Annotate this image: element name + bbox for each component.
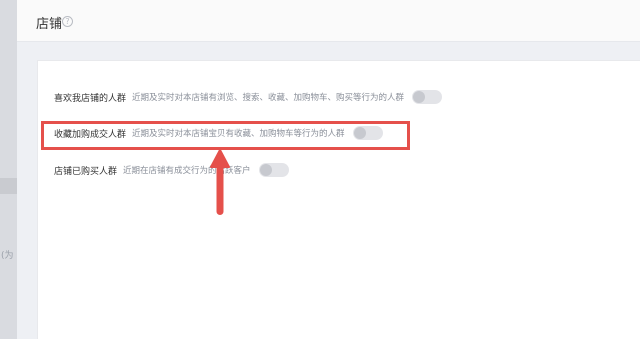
background-ghost-text: (为 xyxy=(1,251,14,261)
crowd-toggle-store-purchasers[interactable] xyxy=(258,163,289,177)
crowd-toggle-store-likers[interactable] xyxy=(412,90,443,104)
crowd-row-store-purchasers: 店铺已购买人群 近期在店铺有成交行为的活跃客户 xyxy=(54,161,289,179)
screen: (为 店铺 ? 喜欢我店铺的人群 近期及实时对本店铺有浏览、搜索、收藏、加购物车… xyxy=(0,0,640,339)
crowd-description: 近期在店铺有成交行为的活跃客户 xyxy=(123,166,251,176)
toggle-knob xyxy=(413,91,426,103)
crowd-row-collect-cart-buyers: 收藏加购成交人群 近期及实时对本店铺宝贝有收藏、加购物车等行为的人群 xyxy=(54,124,383,142)
crowd-row-store-likers: 喜欢我店铺的人群 近期及实时对本店铺有浏览、搜索、收藏、加购物车、购买等行为的人… xyxy=(54,88,443,106)
crowd-toggle-collect-cart-buyers[interactable] xyxy=(352,126,383,140)
background-page-strip: (为 xyxy=(0,0,17,339)
toggle-knob xyxy=(353,127,366,139)
page-title: 店铺 xyxy=(36,17,63,32)
crowd-settings-card: 喜欢我店铺的人群 近期及实时对本店铺有浏览、搜索、收藏、加购物车、购买等行为的人… xyxy=(37,60,640,339)
panel-header: 店铺 ? xyxy=(17,0,640,42)
crowd-label: 喜欢我店铺的人群 xyxy=(54,93,127,104)
crowd-label: 店铺已购买人群 xyxy=(54,166,118,177)
crowd-description: 近期及实时对本店铺宝贝有收藏、加购物车等行为的人群 xyxy=(132,129,345,139)
toggle-knob xyxy=(259,164,272,176)
pointer-arrow-icon xyxy=(210,149,230,215)
crowd-description: 近期及实时对本店铺有浏览、搜索、收藏、加购物车、购买等行为的人群 xyxy=(132,93,405,103)
crowd-label: 收藏加购成交人群 xyxy=(54,129,127,140)
background-band xyxy=(0,178,17,194)
help-icon[interactable]: ? xyxy=(62,16,73,27)
